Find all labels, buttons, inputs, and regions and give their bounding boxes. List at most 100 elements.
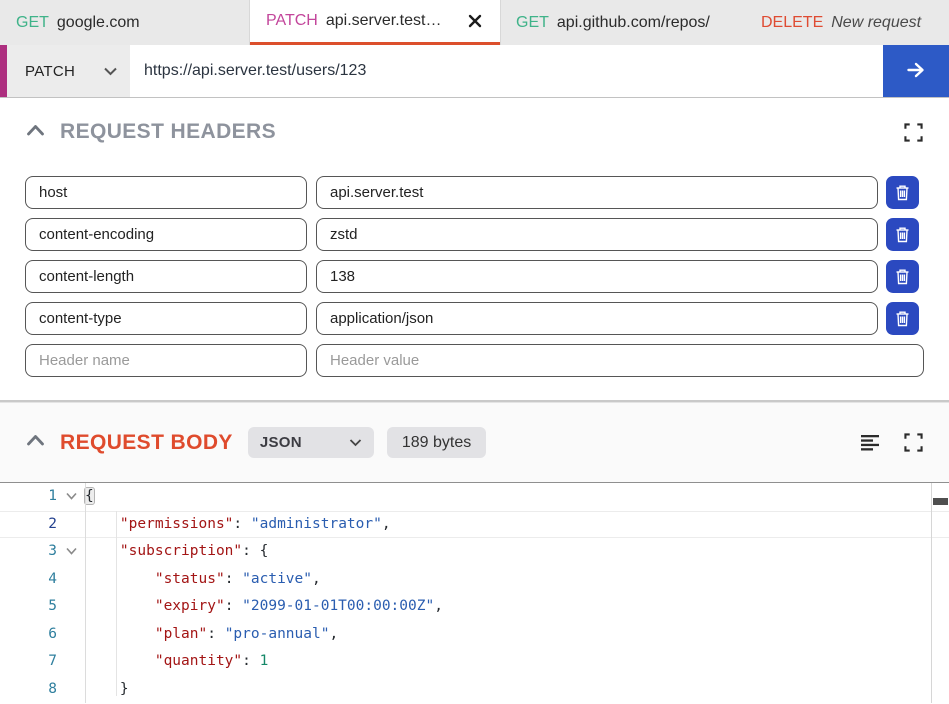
fold-spacer	[57, 676, 85, 704]
code-line[interactable]: 4 "status": "active",	[0, 566, 949, 594]
tab-api-server-active[interactable]: PATCH api.server.test…	[250, 0, 500, 45]
code-text: "subscription": {	[85, 538, 268, 566]
code-token: "plan"	[155, 626, 207, 642]
delete-header-button-3[interactable]	[886, 260, 919, 293]
method-select[interactable]: PATCH	[7, 45, 130, 97]
delete-header-button-4[interactable]	[886, 302, 919, 335]
header-name-input-4[interactable]	[25, 302, 307, 335]
line-number: 1	[0, 483, 57, 511]
code-text: }	[85, 676, 129, 704]
code-token	[85, 681, 120, 697]
tab-title: api.server.test…	[326, 12, 442, 30]
code-token: {	[260, 543, 269, 559]
header-row	[25, 176, 919, 209]
code-token: :	[242, 543, 259, 559]
code-token: "quantity"	[155, 653, 242, 669]
line-number: 3	[0, 538, 57, 566]
body-format-value: JSON	[260, 434, 302, 451]
url-input[interactable]	[130, 45, 883, 97]
tab-new-request[interactable]: DELETE New request	[745, 0, 949, 45]
code-token: "subscription"	[120, 543, 242, 559]
headers-section-title: REQUEST HEADERS	[60, 120, 276, 144]
code-line[interactable]: 1{	[0, 483, 949, 511]
header-value-input-1[interactable]	[316, 176, 878, 209]
code-token: {	[85, 488, 94, 504]
code-token: ,	[329, 626, 338, 642]
code-line[interactable]: 6 "plan": "pro-annual",	[0, 621, 949, 649]
code-token	[85, 543, 120, 559]
fold-spacer	[57, 621, 85, 649]
code-line[interactable]: 8 }	[0, 676, 949, 704]
expand-body-icon[interactable]	[904, 433, 923, 452]
code-text: "plan": "pro-annual",	[85, 621, 338, 649]
tab-method-label: DELETE	[761, 14, 823, 32]
line-number: 5	[0, 593, 57, 621]
format-body-icon[interactable]	[860, 434, 880, 451]
header-rows	[0, 166, 949, 400]
code-token: :	[207, 626, 224, 642]
new-header-name-input[interactable]	[25, 344, 307, 377]
header-name-input-3[interactable]	[25, 260, 307, 293]
fold-spacer	[57, 512, 85, 538]
code-token: "permissions"	[120, 516, 234, 532]
body-size-badge: 189 bytes	[387, 427, 486, 458]
line-number: 7	[0, 648, 57, 676]
header-value-input-3[interactable]	[316, 260, 878, 293]
header-value-input-2[interactable]	[316, 218, 878, 251]
new-header-value-input[interactable]	[316, 344, 924, 377]
fold-chevron-icon[interactable]	[57, 483, 85, 511]
line-number: 2	[0, 512, 57, 538]
tab-title: api.github.com/repos/	[557, 14, 710, 32]
tab-method-label: GET	[16, 14, 49, 32]
tab-method-label: PATCH	[266, 12, 318, 30]
scrollbar-thumb[interactable]	[933, 498, 948, 505]
line-number: 4	[0, 566, 57, 594]
code-token	[85, 598, 155, 614]
line-gutter: 2	[0, 512, 85, 538]
header-value-input-4[interactable]	[316, 302, 878, 335]
code-text: "quantity": 1	[85, 648, 268, 676]
send-button[interactable]	[883, 45, 949, 97]
code-text: "permissions": "administrator",	[85, 512, 391, 538]
tab-google[interactable]: GET google.com	[0, 0, 250, 45]
tab-github[interactable]: GET api.github.com/repos/	[500, 0, 745, 45]
fold-spacer	[57, 566, 85, 594]
code-line[interactable]: 2 "permissions": "administrator",	[0, 511, 949, 539]
chevron-down-icon	[349, 434, 362, 451]
header-name-input-2[interactable]	[25, 218, 307, 251]
code-token	[85, 653, 155, 669]
expand-headers-icon[interactable]	[904, 123, 923, 142]
code-token: ,	[312, 571, 321, 587]
header-name-input-1[interactable]	[25, 176, 307, 209]
close-tab-icon[interactable]	[468, 14, 482, 28]
collapse-body-chevron-icon[interactable]	[26, 433, 45, 452]
code-token: ,	[382, 516, 391, 532]
code-lines: 1{2 "permissions": "administrator",3 "su…	[0, 483, 949, 703]
method-select-value: PATCH	[25, 63, 75, 80]
code-line[interactable]: 3 "subscription": {	[0, 538, 949, 566]
collapse-headers-chevron-icon[interactable]	[26, 123, 45, 142]
code-token: }	[120, 681, 129, 697]
line-gutter: 5	[0, 593, 85, 621]
code-line[interactable]: 7 "quantity": 1	[0, 648, 949, 676]
header-row	[25, 260, 919, 293]
code-token: "2099-01-01T00:00:00Z"	[242, 598, 434, 614]
delete-header-button-2[interactable]	[886, 218, 919, 251]
code-editor[interactable]: 1{2 "permissions": "administrator",3 "su…	[0, 482, 949, 703]
delete-header-button-1[interactable]	[886, 176, 919, 209]
request-headers-section: REQUEST HEADERS	[0, 98, 949, 400]
code-token	[85, 571, 155, 587]
body-format-select[interactable]: JSON	[248, 427, 374, 458]
fold-chevron-icon[interactable]	[57, 538, 85, 566]
code-token: "administrator"	[251, 516, 382, 532]
code-token: ,	[434, 598, 443, 614]
fold-spacer	[57, 648, 85, 676]
body-section-title: REQUEST BODY	[60, 431, 233, 455]
code-token: "status"	[155, 571, 225, 587]
code-line[interactable]: 5 "expiry": "2099-01-01T00:00:00Z",	[0, 593, 949, 621]
scrollbar-track	[931, 483, 932, 703]
arrow-right-icon	[905, 59, 927, 84]
fold-spacer	[57, 593, 85, 621]
request-body-section: REQUEST BODY JSON 189 bytes 1{2 "permiss…	[0, 403, 949, 703]
code-token: :	[242, 653, 259, 669]
